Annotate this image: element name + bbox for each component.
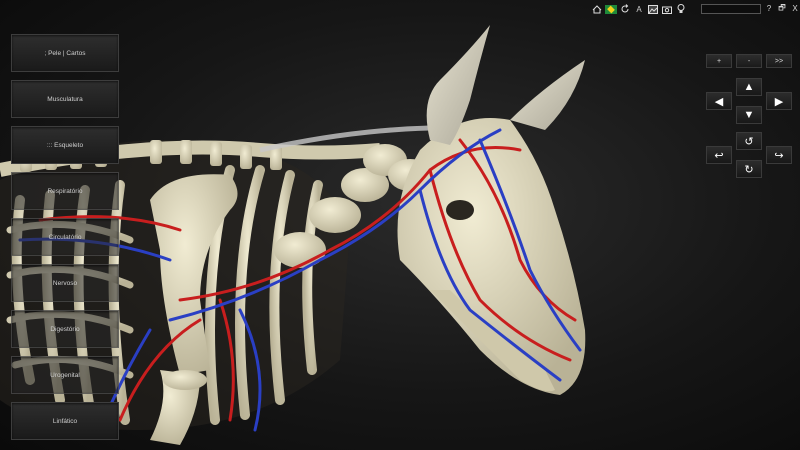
arrow-up-icon: ▲	[743, 81, 755, 93]
next-button[interactable]: >>	[766, 54, 792, 68]
rotate-left-icon: ↩	[714, 149, 724, 162]
sidebar-item-digestorio[interactable]: Digestório	[11, 310, 119, 348]
sidebar-item-esqueleto[interactable]: ::: Esqueleto	[11, 126, 119, 164]
sidebar-item-nervoso[interactable]: Nervoso	[11, 264, 119, 302]
sidebar-item-label: Digestório	[50, 325, 80, 333]
restore-label: 🗗	[778, 2, 786, 12]
help-button[interactable]: ?	[764, 3, 774, 14]
zoom-in-button[interactable]: +	[706, 54, 732, 68]
sidebar-item-label: ; Pele | Cartos	[44, 49, 86, 57]
sidebar-item-circulatorio[interactable]: Circulatório	[11, 218, 119, 256]
top-toolbar: A	[591, 3, 687, 15]
sidebar-item-respiratorio[interactable]: Respiratório	[11, 172, 119, 210]
sidebar-item-label: Urogenital	[50, 371, 80, 379]
arrow-left-icon: ◀	[714, 95, 724, 108]
pan-up-button[interactable]: ▲	[736, 78, 762, 96]
sidebar-item-label: Linfático	[52, 417, 78, 425]
rotate-up-icon: ↺	[744, 135, 754, 148]
help-label: ?	[766, 4, 772, 13]
pan-left-button[interactable]: ◀	[706, 92, 732, 110]
rotate-right-icon: ↪	[774, 149, 784, 162]
pan-down-button[interactable]: ▼	[736, 106, 762, 124]
sidebar-item-urogenital[interactable]: Urogenital	[11, 356, 119, 394]
anatomy-3d-viewport[interactable]	[0, 0, 800, 450]
arrow-right-icon: ▶	[774, 95, 784, 108]
zoom-in-label: +	[716, 57, 722, 65]
close-label: X	[792, 4, 798, 13]
zoom-out-label: -	[747, 57, 751, 65]
rotate-down-icon: ↻	[744, 163, 754, 176]
image-icon[interactable]	[647, 4, 659, 15]
zoom-out-button[interactable]: -	[736, 54, 762, 68]
rotate-left-button[interactable]: ↩	[706, 146, 732, 164]
text-icon-label: A	[636, 4, 642, 14]
sidebar-item-label: Circulatório	[48, 233, 82, 241]
sidebar-item-label: Musculatura	[47, 95, 83, 103]
sidebar-item-label: ::: Esqueleto	[46, 141, 84, 149]
rotate-right-button[interactable]: ↪	[766, 146, 792, 164]
arrow-down-icon: ▼	[743, 109, 755, 121]
sidebar-item-pele-cartos[interactable]: ; Pele | Cartos	[11, 34, 119, 72]
text-icon[interactable]: A	[633, 4, 645, 15]
sidebar-item-label: Nervoso	[52, 279, 78, 287]
refresh-icon[interactable]	[619, 4, 631, 15]
navigation-controls: + - >> ▲ ◀ ▶ ▼ ↺ ↩ ↪ ↻	[706, 54, 794, 184]
lightbulb-icon[interactable]	[675, 4, 687, 15]
home-icon[interactable]	[591, 4, 603, 15]
sidebar-item-musculatura[interactable]: Musculatura	[11, 80, 119, 118]
sidebar-item-label: Respiratório	[47, 187, 83, 195]
brazil-flag-icon[interactable]	[605, 4, 617, 15]
close-button[interactable]: X	[790, 3, 800, 14]
rotate-down-button[interactable]: ↻	[736, 160, 762, 178]
sidebar-item-linfatico[interactable]: Linfático	[11, 402, 119, 440]
restore-button[interactable]: 🗗	[777, 3, 787, 14]
search-input[interactable]	[701, 4, 761, 14]
next-label: >>	[774, 57, 784, 65]
window-controls: ? 🗗 X	[764, 3, 800, 14]
camera-icon[interactable]	[661, 4, 673, 15]
rotate-up-button[interactable]: ↺	[736, 132, 762, 150]
pan-right-button[interactable]: ▶	[766, 92, 792, 110]
